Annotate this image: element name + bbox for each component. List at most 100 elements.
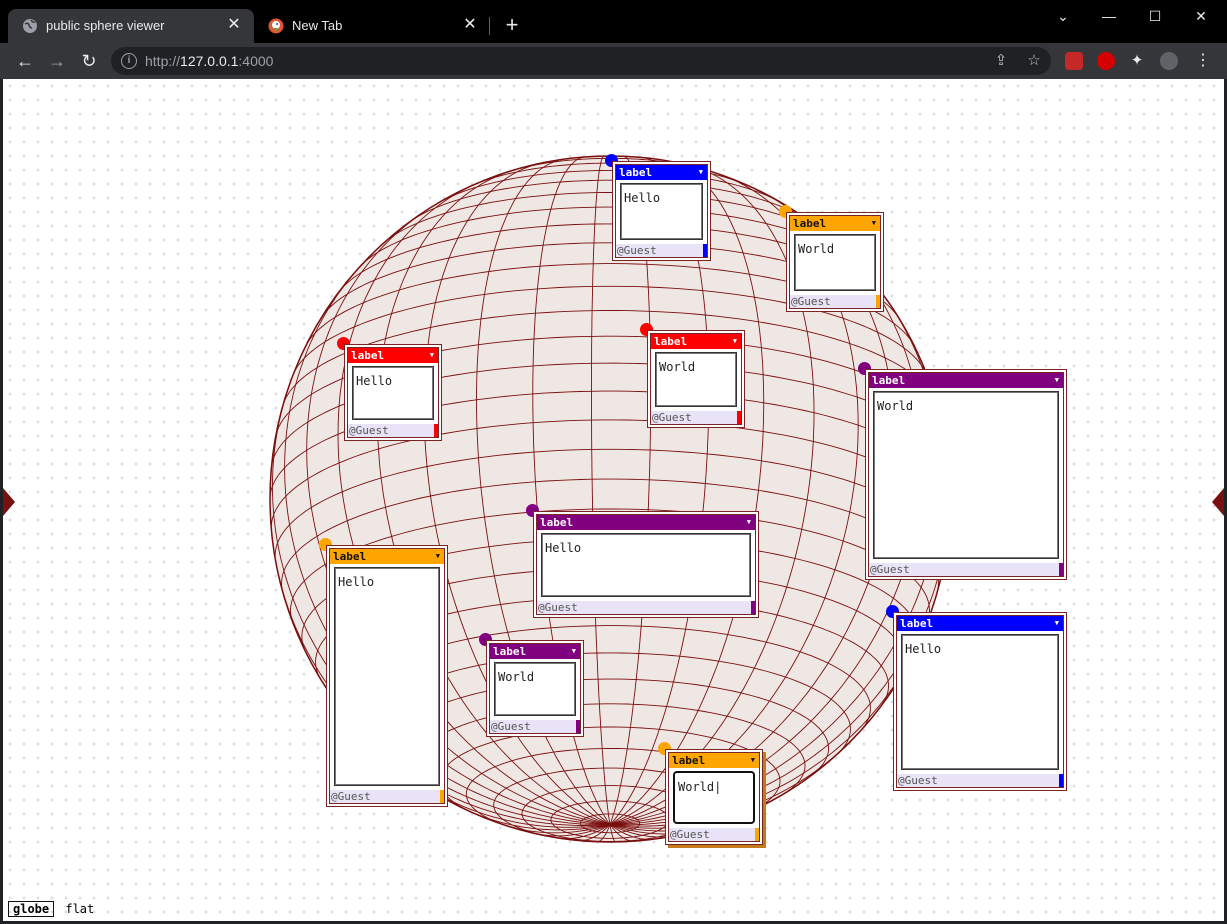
tab-title: New Tab [292,18,343,33]
rotate-right-arrow-icon[interactable] [1212,488,1224,516]
card-frame: label ▼ Hello @Guest [347,347,439,438]
card-label-dropdown[interactable]: label ▼ [330,549,444,564]
card-resize-handle[interactable] [1059,563,1063,576]
duckduckgo-favicon-icon [268,18,284,34]
chevron-down-icon[interactable]: ▼ [1055,616,1059,631]
card-resize-handle[interactable] [703,244,707,257]
note-card[interactable]: label ▼ World @Guest [865,369,1067,580]
card-resize-handle[interactable] [751,601,755,614]
maximize-icon[interactable]: ☐ [1132,3,1178,29]
card-resize-handle[interactable] [576,720,580,733]
card-text-area[interactable]: World [873,391,1059,559]
card-frame: label ▼ Hello @Guest [329,548,445,804]
card-text-area[interactable]: Hello [352,366,434,420]
card-label-dropdown[interactable]: label ▼ [616,165,707,180]
note-card[interactable]: label ▼ World| @Guest [665,749,763,845]
tab-new-tab[interactable]: New Tab ✕ [254,9,490,43]
view-mode-switch: globe flat [8,901,98,917]
chevron-down-icon[interactable]: ▼ [747,515,751,530]
share-icon[interactable]: ⇪ [991,51,1011,71]
note-card[interactable]: label ▼ World @Guest [486,640,584,737]
flat-mode-button[interactable]: flat [61,902,98,916]
tab-close-icon[interactable]: ✕ [224,15,244,35]
note-card[interactable]: label ▼ Hello @Guest [533,511,759,618]
card-label: label [872,374,906,387]
rotate-left-arrow-icon[interactable] [3,488,15,516]
card-label: label [672,754,706,767]
note-card[interactable]: label ▼ Hello @Guest [612,161,711,261]
card-text-area[interactable]: World [794,234,876,291]
note-card[interactable]: label ▼ Hello @Guest [893,612,1067,791]
card-author: @Guest [537,601,751,614]
card-resize-handle[interactable] [737,411,741,424]
chevron-down-icon[interactable]: ▼ [872,216,876,231]
tab-close-icon[interactable]: ✕ [460,15,480,35]
card-resize-handle[interactable] [1059,774,1063,787]
window-close-icon[interactable]: ✕ [1178,3,1224,29]
card-text-area[interactable]: Hello [901,634,1059,770]
card-text-area[interactable]: World [655,352,737,407]
site-info-icon[interactable]: i [121,53,137,69]
tab-separator [489,17,490,35]
card-label: label [900,617,934,630]
card-frame: label ▼ World| @Guest [668,752,760,842]
card-author: @Guest [790,295,876,308]
new-tab-icon[interactable]: + [500,14,524,38]
card-frame: label ▼ Hello @Guest [536,514,756,615]
card-frame: label ▼ World @Guest [868,372,1064,577]
reload-icon[interactable]: ↻ [77,49,101,73]
bookmark-star-icon[interactable]: ☆ [1024,51,1044,71]
card-label: label [793,217,827,230]
extension-icon[interactable] [1065,52,1083,70]
card-resize-handle[interactable] [440,790,444,803]
menu-kebab-icon[interactable]: ⋮ [1194,52,1212,70]
minimize-icon[interactable]: — [1086,3,1132,29]
card-label-dropdown[interactable]: label ▼ [348,348,438,363]
card-text-area[interactable]: World| [673,771,755,824]
card-label-dropdown[interactable]: label ▼ [490,644,580,659]
note-card[interactable]: label ▼ Hello @Guest [326,545,448,807]
card-text-area[interactable]: Hello [620,183,703,240]
card-label: label [540,516,574,529]
globe-favicon-icon [22,18,38,34]
card-text-area[interactable]: World [494,662,576,716]
card-label-dropdown[interactable]: label ▼ [651,334,741,349]
card-resize-handle[interactable] [434,424,438,437]
tab-search-icon[interactable]: ⌄ [1040,3,1086,29]
globe-mode-button[interactable]: globe [8,901,55,917]
forward-arrow-icon[interactable]: → [45,49,69,73]
chevron-down-icon[interactable]: ▼ [733,334,737,349]
card-label-dropdown[interactable]: label ▼ [897,616,1063,631]
card-resize-handle[interactable] [876,295,880,308]
card-author: @Guest [616,244,703,257]
url-text: http://127.0.0.1:4000 [145,53,274,69]
card-label: label [333,550,367,563]
note-card[interactable]: label ▼ World @Guest [786,212,884,312]
card-author: @Guest [869,563,1059,576]
note-card[interactable]: label ▼ World @Guest [647,330,745,428]
card-author: @Guest [651,411,737,424]
card-label-dropdown[interactable]: label ▼ [790,216,880,231]
puzzle-extensions-icon[interactable]: ✦ [1128,52,1146,70]
card-label-dropdown[interactable]: label ▼ [669,753,759,768]
profile-avatar-icon[interactable] [1160,52,1178,70]
chevron-down-icon[interactable]: ▼ [1055,373,1059,388]
tab-public-sphere-viewer[interactable]: public sphere viewer ✕ [8,9,254,43]
chevron-down-icon[interactable]: ▼ [430,348,434,363]
adblock-icon[interactable] [1097,52,1115,70]
card-resize-handle[interactable] [755,828,759,841]
note-card[interactable]: label ▼ Hello @Guest [344,344,442,441]
card-frame: label ▼ Hello @Guest [896,615,1064,788]
card-author: @Guest [330,790,440,803]
card-text-area[interactable]: Hello [334,567,440,786]
chevron-down-icon[interactable]: ▼ [436,549,440,564]
card-label-dropdown[interactable]: label ▼ [869,373,1063,388]
card-label-dropdown[interactable]: label ▼ [537,515,755,530]
address-bar[interactable]: i http://127.0.0.1:4000 ⇪ ☆ [111,47,1051,75]
chevron-down-icon[interactable]: ▼ [751,753,755,768]
back-arrow-icon[interactable]: ← [13,49,37,73]
chevron-down-icon[interactable]: ▼ [572,644,576,659]
card-text-area[interactable]: Hello [541,533,751,597]
page-viewport: label ▼ Hello @Guest label ▼ World @Guest label ▼… [3,79,1224,921]
chevron-down-icon[interactable]: ▼ [699,165,703,180]
